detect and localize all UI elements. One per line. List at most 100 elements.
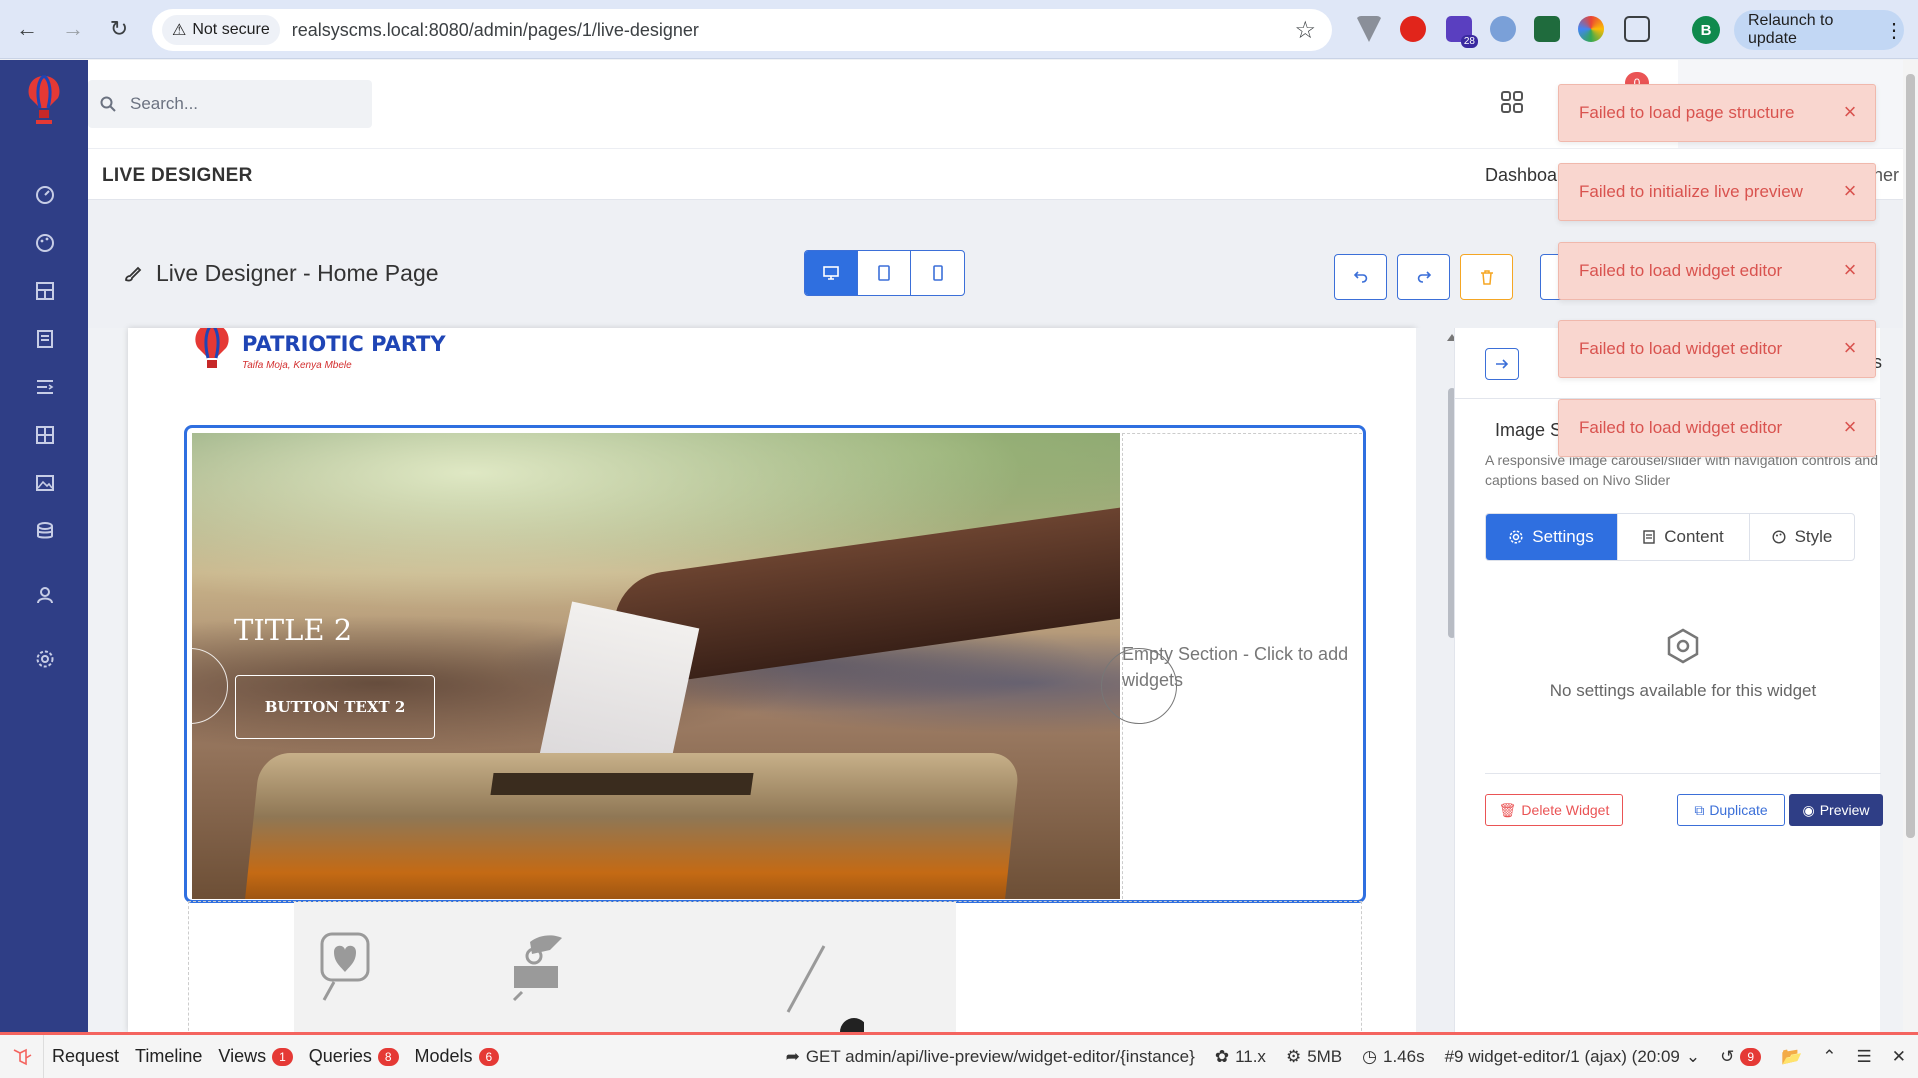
back-icon[interactable]: ← [12, 14, 42, 44]
laravel-logo-icon[interactable] [0, 1035, 44, 1078]
media-icon[interactable] [34, 472, 56, 494]
desktop-view-button[interactable] [805, 251, 858, 295]
settings-sliders-icon[interactable]: ☰ [1857, 1047, 1872, 1067]
chevron-up-icon[interactable]: ⌃ [1822, 1047, 1836, 1067]
toast-message: Failed to load widget editor [1579, 339, 1783, 358]
redo-button[interactable] [1397, 254, 1450, 300]
debug-duration: ◷ 1.46s [1362, 1047, 1424, 1067]
close-icon[interactable]: × [1839, 101, 1861, 124]
debug-tab-queries[interactable]: Queries 8 [301, 1035, 407, 1078]
arrow-right-icon [1496, 359, 1509, 369]
palette-icon[interactable] [34, 232, 56, 254]
party-tagline: Taifa Moja, Kenya Mbele [242, 360, 352, 371]
bookmark-star-icon[interactable]: ☆ [1294, 16, 1316, 45]
widgets-icon[interactable] [34, 424, 56, 446]
actions-divider [1485, 773, 1881, 774]
tooth-icon [320, 932, 370, 1001]
admin-sidebar [0, 60, 88, 1032]
url-text[interactable]: realsyscms.local:8080/admin/pages/1/live… [292, 20, 699, 41]
settings-gear-icon[interactable] [34, 648, 56, 670]
security-indicator[interactable]: ⚠ Not secure [162, 15, 280, 45]
document-icon [1643, 530, 1655, 544]
extension-color-icon[interactable] [1578, 16, 1604, 42]
close-icon[interactable]: × [1839, 259, 1861, 282]
preview-canvas[interactable]: PATRIOTIC PARTY Taifa Moja, Kenya Mbele … [128, 328, 1416, 1032]
error-toast: Failed to load widget editor × [1558, 242, 1876, 300]
tab-style[interactable]: Style [1750, 514, 1854, 560]
extension-badge-icon[interactable]: 28 [1446, 16, 1478, 48]
debug-version: ✿ 11.x [1215, 1047, 1266, 1067]
canvas-scrollbar[interactable] [1416, 328, 1457, 1032]
debug-route: ➦ GET admin/api/live-preview/widget-edito… [786, 1047, 1195, 1067]
designer-title: Live Designer - Home Page [122, 260, 439, 287]
debug-tab-models[interactable]: Models 6 [407, 1035, 508, 1078]
share-arrow-icon: ➦ [785, 1046, 800, 1066]
designer-title-text: Live Designer - Home Page [156, 260, 439, 286]
slide-title: TITLE 2 [234, 613, 353, 647]
profile-avatar[interactable]: B [1692, 16, 1720, 44]
delete-widget-button[interactable]: 🗑 Delete Widget [1485, 794, 1623, 826]
image-slider-widget[interactable]: TITLE 2 BUTTON TEXT 2 [192, 433, 1120, 899]
database-icon[interactable] [34, 520, 56, 542]
search-input[interactable]: Search... [130, 94, 198, 114]
mobile-icon [932, 265, 943, 281]
tab-content-label: Content [1664, 527, 1724, 546]
history-button[interactable]: ↺ 9 [1720, 1047, 1762, 1067]
forward-icon[interactable]: → [58, 14, 88, 44]
relaunch-button[interactable]: Relaunch to update ⋮ [1734, 10, 1904, 50]
clock-icon: ◷ [1362, 1046, 1377, 1066]
close-icon[interactable]: × [1839, 180, 1861, 203]
cogs-icon: ⚙ [1285, 1046, 1302, 1066]
slide-ballot-slot [490, 773, 754, 795]
warning-icon: ⚠ [172, 22, 187, 39]
debug-tab-timeline[interactable]: Timeline [127, 1035, 210, 1078]
close-icon[interactable]: × [1839, 416, 1861, 439]
clear-button[interactable] [1460, 254, 1513, 300]
page-scroll-thumb[interactable] [1906, 74, 1915, 838]
menu-icon[interactable] [34, 376, 56, 398]
tab-settings[interactable]: Settings [1486, 514, 1618, 560]
models-count-badge: 6 [478, 1047, 500, 1066]
request-select[interactable]: #9 widget-editor/1 (ajax) (20:09 ⌄ [1445, 1047, 1701, 1067]
folder-icon[interactable]: 📂 [1781, 1047, 1802, 1067]
debug-tab-request[interactable]: Request [44, 1035, 127, 1078]
redo-icon [1417, 271, 1431, 283]
balloon-logo-icon [195, 328, 229, 368]
page-scrollbar[interactable] [1903, 60, 1918, 1032]
site-logo[interactable]: PATRIOTIC PARTY Taifa Moja, Kenya Mbele [190, 328, 446, 376]
close-icon[interactable]: × [1839, 337, 1861, 360]
slide-cta-button[interactable]: BUTTON TEXT 2 [235, 675, 435, 739]
search-box[interactable]: Search... [88, 80, 372, 128]
queries-count-badge: 8 [377, 1047, 399, 1066]
close-icon[interactable]: ✕ [1892, 1047, 1906, 1067]
leaf-icon: ✿ [1214, 1046, 1230, 1066]
address-bar[interactable]: ⚠ Not secure realsyscms.local:8080/admin… [152, 9, 1332, 51]
relaunch-label: Relaunch to update [1748, 12, 1834, 47]
party-logo[interactable] [22, 72, 66, 132]
trash-icon: 🗑 [1498, 801, 1517, 818]
debug-tab-views[interactable]: Views 1 [210, 1035, 300, 1078]
no-settings-message: No settings available for this widget [1485, 628, 1881, 701]
mobile-view-button[interactable] [911, 251, 964, 295]
breadcrumb-dashboard[interactable]: Dashboa [1485, 165, 1557, 186]
collapse-panel-button[interactable] [1485, 348, 1519, 380]
empty-section-text[interactable]: Empty Section - Click to add widgets [1122, 641, 1362, 693]
preview-widget-button[interactable]: ◉ Preview [1789, 794, 1883, 826]
layout-icon[interactable] [34, 280, 56, 302]
dashboard-icon[interactable] [34, 184, 56, 206]
duplicate-widget-button[interactable]: ⧉ Duplicate [1677, 794, 1785, 826]
tab-content[interactable]: Content [1618, 514, 1750, 560]
extension-image-icon[interactable] [1534, 16, 1560, 42]
undo-button[interactable] [1334, 254, 1387, 300]
reload-icon[interactable]: ↻ [104, 14, 134, 44]
user-icon[interactable] [34, 584, 56, 606]
tablet-view-button[interactable] [858, 251, 911, 295]
apps-grid-icon[interactable] [1500, 90, 1524, 114]
extension-opera-icon[interactable] [1400, 16, 1426, 42]
panel-tabs: Settings Content Style [1485, 513, 1855, 561]
features-row[interactable] [294, 902, 956, 1032]
extension-moon-icon[interactable] [1490, 16, 1516, 42]
extensions-puzzle-icon[interactable] [1624, 16, 1650, 42]
pages-icon[interactable] [34, 328, 56, 350]
extension-v-icon[interactable] [1356, 16, 1382, 42]
